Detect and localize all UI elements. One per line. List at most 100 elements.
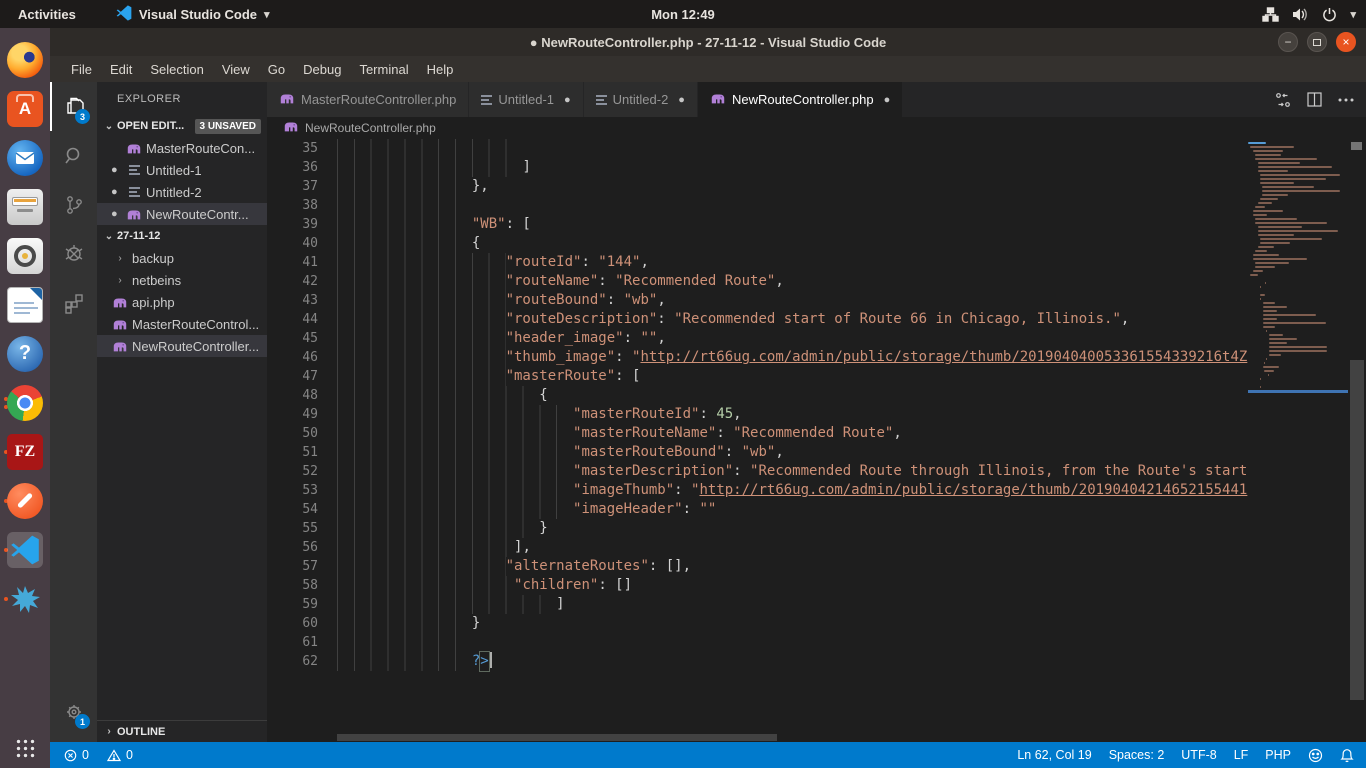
menu-debug[interactable]: Debug (294, 62, 350, 77)
tree-item-api-php[interactable]: api.php (97, 291, 267, 313)
tree-item-masterroutecontrol-[interactable]: MasterRouteControl... (97, 313, 267, 335)
menu-view[interactable]: View (213, 62, 259, 77)
dock-filezilla-icon[interactable]: FZ (2, 427, 48, 476)
code-line-43[interactable]: 43 "routeBound": "wb", (267, 291, 1248, 310)
show-applications-icon[interactable] (15, 738, 35, 758)
menu-terminal[interactable]: Terminal (350, 62, 417, 77)
code-line-52[interactable]: 52 "masterDescription": "Recommended Rou… (267, 462, 1248, 481)
bell-icon[interactable] (1340, 748, 1354, 763)
close-button[interactable]: × (1336, 32, 1356, 52)
debug-icon[interactable] (50, 229, 97, 278)
code-line-50[interactable]: 50 "masterRouteName": "Recommended Route… (267, 424, 1248, 443)
code-line-62[interactable]: 62 ?> (267, 652, 1248, 671)
menu-selection[interactable]: Selection (141, 62, 212, 77)
code-line-40[interactable]: 40 { (267, 234, 1248, 253)
dock-thunderbird-icon[interactable] (2, 133, 48, 182)
code-line-44[interactable]: 44 "routeDescription": "Recommended star… (267, 310, 1248, 329)
dirty-dot-icon[interactable]: ● (678, 94, 685, 106)
open-editor-item[interactable]: ●Untitled-2 (97, 181, 267, 203)
compare-changes-icon[interactable] (1275, 92, 1291, 108)
open-editor-item[interactable]: ●Untitled-1 (97, 159, 267, 181)
code-line-55[interactable]: 55 } (267, 519, 1248, 538)
code-line-58[interactable]: 58 "children": [] (267, 576, 1248, 595)
menu-file[interactable]: File (62, 62, 101, 77)
code-line-41[interactable]: 41 "routeId": "144", (267, 253, 1248, 272)
outline-header[interactable]: › OUTLINE (97, 720, 267, 742)
window-title-bar[interactable]: ● NewRouteController.php - 27-11-12 - Vi… (50, 28, 1366, 56)
code-line-36[interactable]: 36 ] (267, 158, 1248, 177)
open-editor-item[interactable]: MasterRouteCon... (97, 137, 267, 159)
minimap[interactable] (1248, 138, 1348, 742)
code-line-42[interactable]: 42 "routeName": "Recommended Route", (267, 272, 1248, 291)
open-editor-item[interactable]: ●NewRouteContr... (97, 203, 267, 225)
tab-untitled-1[interactable]: Untitled-1● (469, 82, 582, 117)
dock-firefox-icon[interactable] (2, 35, 48, 84)
code-line-61[interactable]: 61 (267, 633, 1248, 652)
dock-files-icon[interactable] (2, 182, 48, 231)
code-line-53[interactable]: 53 "imageThumb": "http://rt66ug.com/admi… (267, 481, 1248, 500)
tab-untitled-2[interactable]: Untitled-2● (584, 82, 697, 117)
code-area[interactable]: 35 36 ]37 },38 39 "WB": [40 {41 "routeId… (267, 138, 1248, 742)
status-php[interactable]: PHP (1265, 748, 1291, 762)
dirty-dot-icon[interactable]: ● (564, 94, 571, 106)
code-line-59[interactable]: 59 ] (267, 595, 1248, 614)
code-line-35[interactable]: 35 (267, 139, 1248, 158)
dock-paint-splat-app-icon[interactable] (2, 574, 48, 623)
tree-item-backup[interactable]: ›backup (97, 247, 267, 269)
status-ln[interactable]: Ln 62, Col 19 (1017, 748, 1091, 762)
code-line-38[interactable]: 38 (267, 196, 1248, 215)
dock-rhythmbox-icon[interactable] (2, 231, 48, 280)
code-line-47[interactable]: 47 "masterRoute": [ (267, 367, 1248, 386)
explorer-icon[interactable]: 3 (50, 82, 97, 131)
menu-edit[interactable]: Edit (101, 62, 141, 77)
activities-button[interactable]: Activities (18, 7, 76, 22)
split-editor-icon[interactable] (1307, 92, 1322, 107)
code-line-45[interactable]: 45 "header_image": "", (267, 329, 1248, 348)
network-icon[interactable] (1262, 7, 1279, 22)
dock-chrome-icon[interactable] (2, 378, 48, 427)
code-line-39[interactable]: 39 "WB": [ (267, 215, 1248, 234)
dirty-dot-icon[interactable]: ● (884, 94, 891, 106)
system-menu-caret-icon[interactable]: ▾ (1350, 8, 1356, 21)
tab-newroutecontroller.php[interactable]: NewRouteController.php● (698, 82, 902, 117)
horizontal-scrollbar-thumb[interactable] (337, 734, 777, 741)
code-line-49[interactable]: 49 "masterRouteId": 45, (267, 405, 1248, 424)
editor[interactable]: 35 36 ]37 },38 39 "WB": [40 {41 "routeId… (267, 138, 1366, 742)
app-indicator[interactable]: Visual Studio Code ▾ (116, 5, 270, 24)
source-control-icon[interactable] (50, 180, 97, 229)
settings-gear-icon[interactable]: 1 (50, 687, 97, 736)
menu-go[interactable]: Go (259, 62, 294, 77)
code-line-51[interactable]: 51 "masterRouteBound": "wb", (267, 443, 1248, 462)
breadcrumb[interactable]: NewRouteController.php (267, 117, 1366, 138)
dock-ubuntu-software-icon[interactable]: A (2, 84, 48, 133)
dock-help-icon[interactable]: ? (2, 329, 48, 378)
more-actions-icon[interactable] (1338, 98, 1354, 102)
code-line-60[interactable]: 60 } (267, 614, 1248, 633)
dock-postman-icon[interactable] (2, 476, 48, 525)
extensions-icon[interactable] (50, 278, 97, 327)
vertical-scrollbar[interactable] (1348, 138, 1366, 742)
power-icon[interactable] (1322, 7, 1337, 22)
minimize-button[interactable]: − (1278, 32, 1298, 52)
code-line-37[interactable]: 37 }, (267, 177, 1248, 196)
tree-item-netbeins[interactable]: ›netbeins (97, 269, 267, 291)
tab-masterroutecontroller.php[interactable]: MasterRouteController.php (267, 82, 468, 117)
search-icon[interactable] (50, 131, 97, 180)
dock-vscode-icon[interactable] (2, 525, 48, 574)
code-line-56[interactable]: 56 ], (267, 538, 1248, 557)
feedback-smiley-icon[interactable] (1308, 748, 1323, 763)
status-lf[interactable]: LF (1234, 748, 1249, 762)
code-line-54[interactable]: 54 "imageHeader": "" (267, 500, 1248, 519)
tree-item-newroutecontroller-[interactable]: NewRouteController... (97, 335, 267, 357)
dock-libreoffice-writer-icon[interactable] (2, 280, 48, 329)
folder-header[interactable]: ⌄ 27-11-12 (97, 225, 267, 247)
code-line-48[interactable]: 48 { (267, 386, 1248, 405)
code-line-57[interactable]: 57 "alternateRoutes": [], (267, 557, 1248, 576)
volume-icon[interactable] (1292, 7, 1309, 22)
status-utf-8[interactable]: UTF-8 (1181, 748, 1216, 762)
problems-indicator[interactable]: 0 0 (64, 748, 133, 762)
vertical-scrollbar-thumb[interactable] (1350, 360, 1364, 700)
code-line-46[interactable]: 46 "thumb_image": "http://rt66ug.com/adm… (267, 348, 1248, 367)
maximize-button[interactable] (1307, 32, 1327, 52)
menu-help[interactable]: Help (418, 62, 463, 77)
